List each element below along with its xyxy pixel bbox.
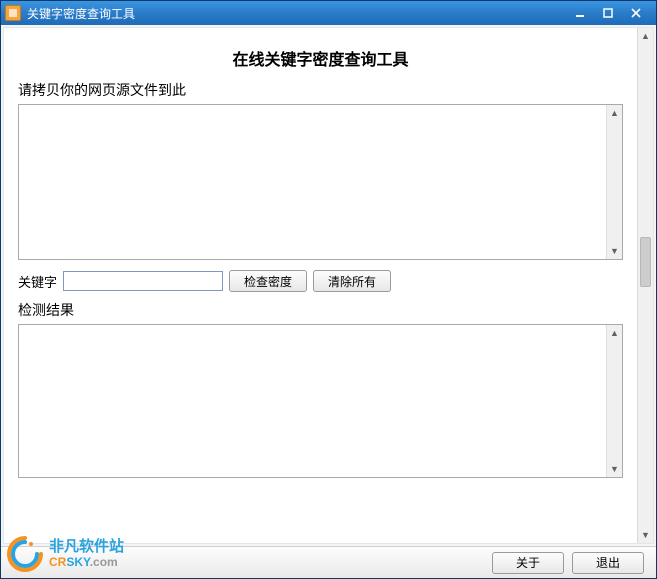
maximize-button[interactable]: [598, 5, 618, 21]
scroll-up-icon[interactable]: ▲: [607, 325, 622, 341]
source-label: 请拷贝你的网页源文件到此: [18, 80, 623, 100]
scroll-up-icon[interactable]: ▲: [638, 28, 653, 44]
scroll-thumb[interactable]: [640, 237, 651, 287]
source-textarea[interactable]: [21, 107, 604, 257]
about-button[interactable]: 关于: [492, 552, 564, 574]
scroll-track[interactable]: [607, 341, 622, 461]
main-scrollbar[interactable]: ▲ ▼: [637, 28, 653, 543]
main-panel: 在线关键字密度查询工具 请拷贝你的网页源文件到此 ▲ ▼ 关键字 检查密度 清除…: [3, 27, 654, 544]
exit-button[interactable]: 退出: [572, 552, 644, 574]
titlebar[interactable]: 关键字密度查询工具: [1, 1, 656, 25]
close-button[interactable]: [626, 5, 646, 21]
keyword-label: 关键字: [18, 272, 57, 291]
scroll-track[interactable]: [607, 121, 622, 243]
keyword-row: 关键字 检查密度 清除所有: [18, 270, 623, 292]
app-icon: [5, 5, 21, 21]
keyword-input[interactable]: [63, 271, 223, 291]
check-density-button[interactable]: 检查密度: [229, 270, 307, 292]
window-title: 关键字密度查询工具: [27, 5, 570, 22]
page-heading: 在线关键字密度查询工具: [18, 46, 623, 70]
result-textarea[interactable]: [21, 327, 604, 475]
source-textarea-box: ▲ ▼: [18, 104, 623, 260]
scroll-down-icon[interactable]: ▼: [607, 461, 622, 477]
clear-all-button[interactable]: 清除所有: [313, 270, 391, 292]
scroll-track[interactable]: [638, 44, 653, 527]
content: 在线关键字密度查询工具 请拷贝你的网页源文件到此 ▲ ▼ 关键字 检查密度 清除…: [4, 28, 637, 543]
source-scrollbar[interactable]: ▲ ▼: [606, 105, 622, 259]
client-area: 在线关键字密度查询工具 请拷贝你的网页源文件到此 ▲ ▼ 关键字 检查密度 清除…: [1, 25, 656, 578]
window-controls: [570, 5, 652, 21]
scroll-up-icon[interactable]: ▲: [607, 105, 622, 121]
result-scrollbar[interactable]: ▲ ▼: [606, 325, 622, 477]
minimize-button[interactable]: [570, 5, 590, 21]
scroll-down-icon[interactable]: ▼: [638, 527, 653, 543]
app-window: 关键字密度查询工具 在线关键字密度查询工具 请拷贝你的网页源文件到此 ▲: [0, 0, 657, 579]
footer-bar: 关于 退出: [1, 546, 656, 578]
scroll-down-icon[interactable]: ▼: [607, 243, 622, 259]
result-textarea-box: ▲ ▼: [18, 324, 623, 478]
result-label: 检测结果: [18, 300, 623, 320]
